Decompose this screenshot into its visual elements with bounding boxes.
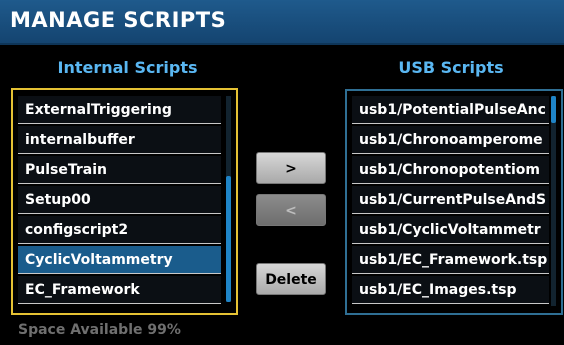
usb-scripts-header: USB Scripts: [398, 58, 504, 77]
list-item[interactable]: usb1/Chronoamperome: [352, 126, 549, 154]
scrollbar-track[interactable]: [551, 96, 556, 306]
internal-scripts-header: Internal Scripts: [57, 58, 198, 77]
usb-scripts-list[interactable]: usb1/PotentialPulseAnc usb1/Chronoampero…: [345, 89, 563, 315]
delete-button[interactable]: Delete: [256, 263, 326, 295]
internal-scripts-list[interactable]: ExternalTriggering internalbuffer PulseT…: [11, 88, 238, 315]
scrollbar-thumb[interactable]: [551, 96, 556, 123]
list-item[interactable]: configscript2: [18, 216, 221, 244]
list-item[interactable]: usb1/EC_Images.tsp: [352, 276, 549, 304]
copy-to-usb-button[interactable]: >: [256, 152, 326, 184]
list-item[interactable]: internalbuffer: [18, 126, 221, 154]
list-item[interactable]: usb1/CurrentPulseAndS: [352, 186, 549, 214]
scrollbar-thumb[interactable]: [226, 176, 231, 302]
list-item[interactable]: usb1/CyclicVoltammetr: [352, 216, 549, 244]
list-item[interactable]: usb1/PotentialPulseAnc: [352, 96, 549, 124]
list-item-selected[interactable]: CyclicVoltammetry: [18, 246, 221, 274]
list-item[interactable]: usb1/Chronopotentiom: [352, 156, 549, 184]
list-item[interactable]: ExternalTriggering: [18, 96, 221, 124]
list-item[interactable]: PulseTrain: [18, 156, 221, 184]
copy-to-internal-button[interactable]: <: [256, 194, 326, 226]
list-item[interactable]: Setup00: [18, 186, 221, 214]
space-available-status: Space Available 99%: [18, 322, 181, 338]
list-item[interactable]: EC_Framework: [18, 276, 221, 304]
list-item[interactable]: usb1/EC_Framework.tsp: [352, 246, 549, 274]
title-bar: MANAGE SCRIPTS: [0, 0, 564, 45]
page-title: MANAGE SCRIPTS: [10, 8, 227, 32]
